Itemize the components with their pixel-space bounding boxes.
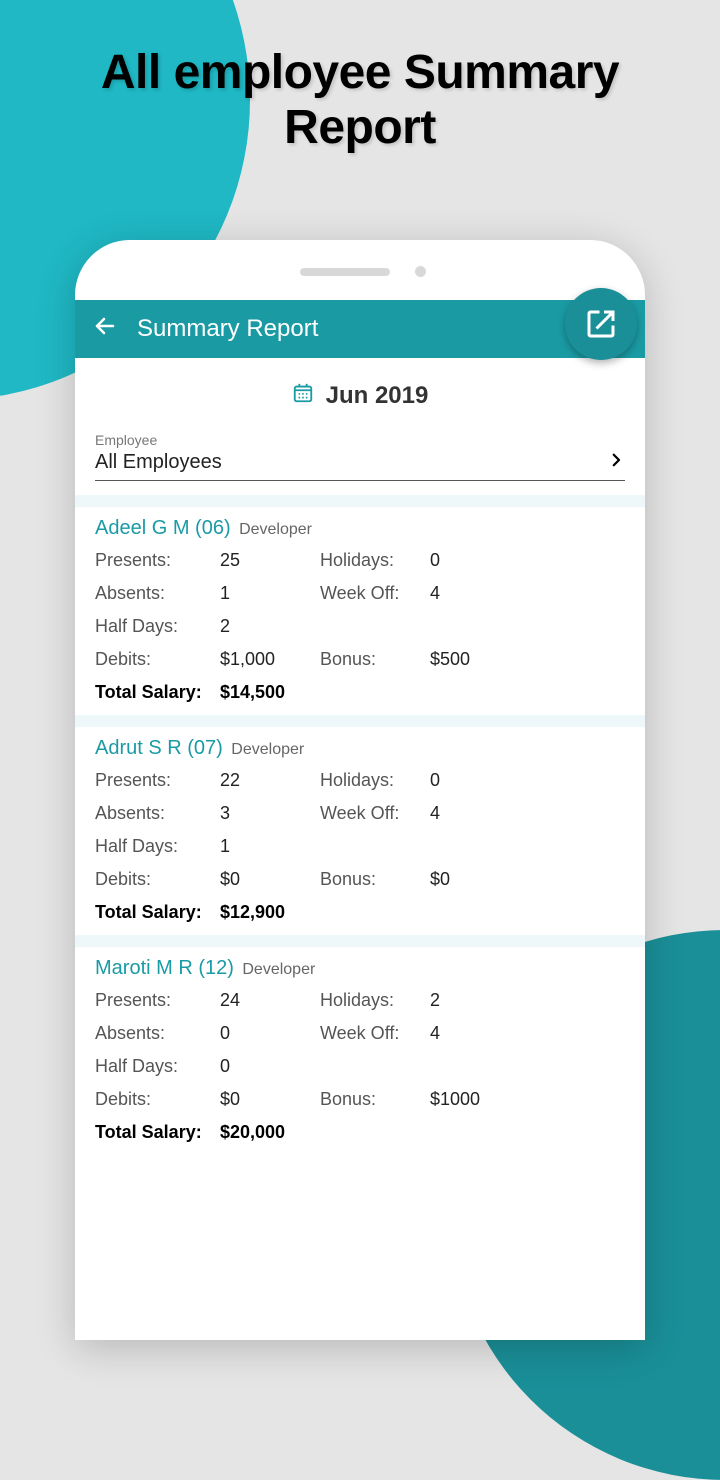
absents-value: 0 <box>220 1023 320 1044</box>
halfdays-value: 0 <box>220 1056 320 1077</box>
bonus-label: Bonus: <box>320 649 430 670</box>
holidays-value: 0 <box>430 770 520 791</box>
holidays-label: Holidays: <box>320 550 430 571</box>
presents-value: 22 <box>220 770 320 791</box>
app-bar: Summary Report <box>75 300 645 358</box>
share-button[interactable] <box>565 288 637 360</box>
employee-header: Maroti M R (12) Developer <box>95 957 625 980</box>
presents-value: 24 <box>220 990 320 1011</box>
weekoff-value: 4 <box>430 583 520 604</box>
total-row: Total Salary: $20,000 <box>95 1122 625 1143</box>
stat-grid: Presents: 22 Holidays: 0 Absents: 3 Week… <box>95 770 625 890</box>
debits-value: $0 <box>220 869 320 890</box>
phone-camera <box>415 266 426 277</box>
debits-label: Debits: <box>95 869 220 890</box>
employee-header: Adeel G M (06) Developer <box>95 517 625 540</box>
halfdays-value: 2 <box>220 616 320 637</box>
total-label: Total Salary: <box>95 902 220 923</box>
phone-speaker <box>300 268 390 276</box>
weekoff-label: Week Off: <box>320 803 430 824</box>
holidays-label: Holidays: <box>320 990 430 1011</box>
separator <box>75 935 645 947</box>
employee-role: Developer <box>231 741 304 758</box>
filter-label: Employee <box>95 432 625 448</box>
halfdays-label: Half Days: <box>95 836 220 857</box>
employee-role: Developer <box>239 521 312 538</box>
total-label: Total Salary: <box>95 682 220 703</box>
employee-role: Developer <box>242 961 315 978</box>
weekoff-value: 4 <box>430 803 520 824</box>
employee-card: Adeel G M (06) Developer Presents: 25 Ho… <box>89 507 631 707</box>
presents-label: Presents: <box>95 550 220 571</box>
back-icon[interactable] <box>93 314 117 345</box>
employee-filter[interactable]: Employee All Employees <box>89 432 631 487</box>
bonus-label: Bonus: <box>320 869 430 890</box>
total-value: $14,500 <box>220 682 625 703</box>
debits-label: Debits: <box>95 1089 220 1110</box>
debits-value: $0 <box>220 1089 320 1110</box>
employee-name: Maroti M R (12) <box>95 957 234 979</box>
presents-value: 25 <box>220 550 320 571</box>
separator <box>75 495 645 507</box>
month-label: Jun 2019 <box>326 382 429 410</box>
total-row: Total Salary: $12,900 <box>95 902 625 923</box>
absents-label: Absents: <box>95 803 220 824</box>
phone-frame: Summary Report Jun 2019 Employee All Emp… <box>75 240 645 1340</box>
bonus-value: $0 <box>430 869 520 890</box>
bonus-label: Bonus: <box>320 1089 430 1110</box>
total-row: Total Salary: $14,500 <box>95 682 625 703</box>
presents-label: Presents: <box>95 770 220 791</box>
absents-label: Absents: <box>95 583 220 604</box>
halfdays-value: 1 <box>220 836 320 857</box>
halfdays-label: Half Days: <box>95 1056 220 1077</box>
promo-title: All employee Summary Report <box>0 0 720 155</box>
total-value: $20,000 <box>220 1122 625 1143</box>
presents-label: Presents: <box>95 990 220 1011</box>
weekoff-value: 4 <box>430 1023 520 1044</box>
month-selector[interactable]: Jun 2019 <box>89 358 631 432</box>
separator <box>75 715 645 727</box>
debits-label: Debits: <box>95 649 220 670</box>
chevron-right-icon <box>607 448 625 476</box>
stat-grid: Presents: 24 Holidays: 2 Absents: 0 Week… <box>95 990 625 1110</box>
bonus-value: $1000 <box>430 1089 520 1110</box>
holidays-value: 0 <box>430 550 520 571</box>
page-title: Summary Report <box>137 315 585 343</box>
holidays-value: 2 <box>430 990 520 1011</box>
absents-value: 3 <box>220 803 320 824</box>
employee-name: Adeel G M (06) <box>95 517 231 539</box>
stat-grid: Presents: 25 Holidays: 0 Absents: 1 Week… <box>95 550 625 670</box>
employee-card: Adrut S R (07) Developer Presents: 22 Ho… <box>89 727 631 927</box>
employee-card: Maroti M R (12) Developer Presents: 24 H… <box>89 947 631 1147</box>
total-label: Total Salary: <box>95 1122 220 1143</box>
absents-label: Absents: <box>95 1023 220 1044</box>
weekoff-label: Week Off: <box>320 583 430 604</box>
total-value: $12,900 <box>220 902 625 923</box>
employee-header: Adrut S R (07) Developer <box>95 737 625 760</box>
calendar-icon <box>292 382 314 410</box>
filter-value: All Employees <box>95 451 222 474</box>
weekoff-label: Week Off: <box>320 1023 430 1044</box>
absents-value: 1 <box>220 583 320 604</box>
halfdays-label: Half Days: <box>95 616 220 637</box>
employee-name: Adrut S R (07) <box>95 737 223 759</box>
holidays-label: Holidays: <box>320 770 430 791</box>
bonus-value: $500 <box>430 649 520 670</box>
debits-value: $1,000 <box>220 649 320 670</box>
